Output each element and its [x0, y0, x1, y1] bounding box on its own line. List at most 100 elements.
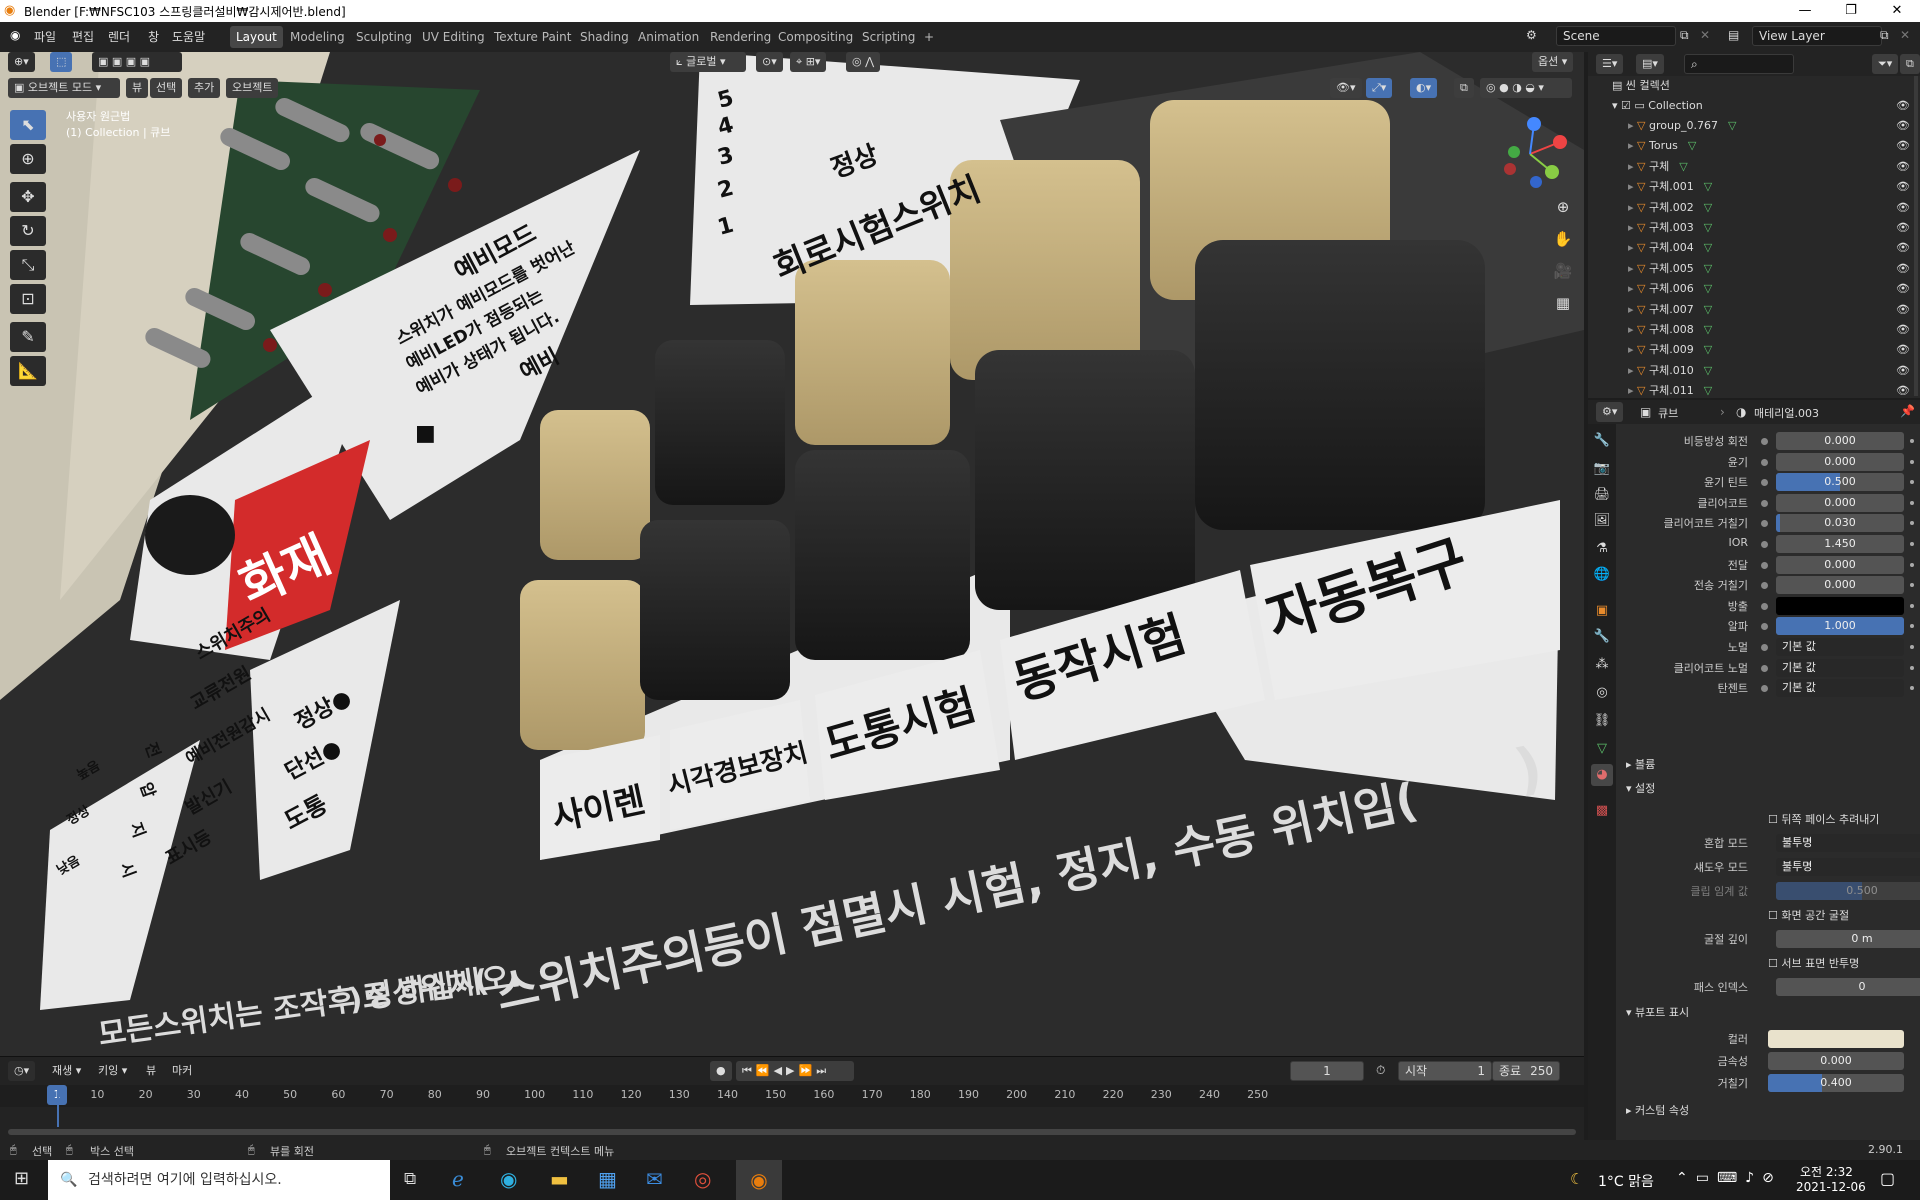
view-layer-tab-icon[interactable]: 🖼 [1591, 510, 1613, 532]
menu-edit[interactable]: 편집 [72, 28, 94, 45]
outliner-item[interactable]: ▸ ▽ 구체.003 ▽ 👁 [1588, 218, 1920, 238]
explorer-icon[interactable]: ▬ [550, 1167, 569, 1191]
object-name[interactable]: 큐브 [1658, 405, 1678, 421]
timeline-scrollbar[interactable] [8, 1129, 1576, 1135]
property-field[interactable]: 0.500 [1776, 473, 1904, 492]
outliner-item[interactable]: ▸ ▽ 구체 ▽ 👁 [1588, 157, 1920, 177]
world-tab-icon[interactable]: 🌐 [1591, 564, 1613, 586]
new-collection-icon[interactable]: ⧉ [1900, 54, 1920, 74]
task-view-icon[interactable]: ⧉ [404, 1169, 416, 1189]
keyframe-icon[interactable] [1910, 624, 1914, 629]
property-field[interactable]: 0.000 [1776, 576, 1904, 595]
checkbox-icon[interactable]: ☑ [1621, 99, 1634, 112]
menu-help[interactable]: 도움말 [172, 28, 205, 45]
socket-icon[interactable] [1761, 458, 1768, 466]
keyframe-icon[interactable] [1910, 603, 1914, 608]
tab-uv-editing[interactable]: UV Editing [416, 26, 491, 48]
eye-icon[interactable]: 👁 [1896, 259, 1910, 279]
3d-viewport[interactable]: 5 4 3 2 1 정상 회로시험스위치 예비모드 스위치가 예비모드를 벗어난… [0, 52, 1584, 1056]
material-name[interactable]: 매테리얼.003 [1754, 405, 1819, 421]
pass-index-field[interactable]: 0 [1776, 978, 1920, 996]
keyframe-icon[interactable] [1910, 459, 1914, 464]
annotate-tool-icon[interactable]: ✎ [10, 322, 46, 352]
outliner-item[interactable]: ▸ ▽ group_0.767 ▽ 👁 [1588, 116, 1920, 136]
visibility-icon[interactable]: 👁▾ [1330, 78, 1362, 98]
property-field[interactable]: 0.000 [1776, 452, 1904, 471]
display-mode-icon[interactable]: ▤▾ [1636, 54, 1664, 74]
menu-playback[interactable]: 재생 ▾ [46, 1061, 87, 1081]
tool-tab-icon[interactable]: 🔧 [1591, 430, 1613, 452]
expand-icon[interactable]: ▸ [1628, 262, 1637, 275]
display-color-swatch[interactable] [1768, 1030, 1904, 1048]
tab-rendering[interactable]: Rendering [704, 26, 777, 48]
expand-icon[interactable]: ▸ [1628, 364, 1637, 377]
socket-icon[interactable] [1761, 623, 1768, 631]
scene-collection-row[interactable]: ▤ 씬 컬렉션 [1588, 76, 1920, 96]
blender-menu-icon[interactable]: ◉ [10, 28, 20, 42]
constraints-tab-icon[interactable]: ⛓ [1591, 710, 1613, 732]
expand-icon[interactable]: ▾ [1612, 99, 1621, 112]
add-workspace-icon[interactable]: + [918, 26, 940, 48]
socket-icon[interactable] [1761, 561, 1768, 569]
outliner-item[interactable]: ▸ ▽ 구체.010 ▽ 👁 [1588, 361, 1920, 381]
eye-icon[interactable]: 👁 [1896, 320, 1910, 340]
windows-start-icon[interactable]: ⊞ [14, 1168, 29, 1189]
outliner[interactable]: ☰▾ ▤▾ ⌕ ⏷▾ ⧉ ▤ 씬 컬렉션 ▾ ☑ ▭ Collection 👁 ▸… [1588, 52, 1920, 398]
ie-icon[interactable]: ℯ [452, 1167, 464, 1191]
tab-texture-paint[interactable]: Texture Paint [488, 26, 577, 48]
scene-field[interactable]: Scene [1556, 26, 1676, 46]
new-scene-icon[interactable]: ⧉ [1680, 28, 1689, 43]
screen-refraction-checkbox[interactable]: ☐ 화면 공간 굴절 [1768, 907, 1849, 923]
eye-icon[interactable]: 👁 [1896, 340, 1910, 360]
expand-icon[interactable]: ▸ [1628, 201, 1637, 214]
socket-icon[interactable] [1761, 499, 1768, 507]
eye-icon[interactable]: 👁 [1896, 198, 1910, 218]
socket-icon[interactable] [1761, 644, 1768, 651]
expand-icon[interactable]: ▸ [1628, 384, 1637, 397]
measure-tool-icon[interactable]: 📐 [10, 356, 46, 386]
outliner-item[interactable]: ▸ ▽ 구체.006 ▽ 👁 [1588, 279, 1920, 299]
overlay-icon[interactable]: ◐▾ [1410, 78, 1438, 98]
custom-properties-section[interactable]: ▸ 커스텀 속성 [1616, 1100, 1920, 1122]
outliner-item[interactable]: ▸ ▽ Torus ▽ 👁 [1588, 136, 1920, 156]
scene-icon[interactable]: ⚙ [1526, 28, 1537, 42]
menu-add[interactable]: 추가 [188, 78, 221, 98]
expand-icon[interactable]: ▸ [1628, 139, 1637, 152]
menu-view[interactable]: 뷰 [126, 78, 149, 98]
refraction-depth-field[interactable]: 0 m [1776, 930, 1920, 948]
playback-controls-icon[interactable]: ⏮⏪◀▶⏩⏭ [736, 1061, 854, 1081]
backface-checkbox[interactable]: ☐ 뒤쪽 페이스 추려내기 [1768, 811, 1879, 827]
outliner-scrollbar[interactable] [1914, 76, 1918, 396]
keyframe-icon[interactable] [1910, 583, 1914, 588]
modifier-tab-icon[interactable]: 🔧 [1591, 626, 1613, 648]
navigation-gizmo[interactable] [1490, 114, 1570, 194]
properties-editor-icon[interactable]: ⚙▾ [1596, 402, 1624, 422]
grid-icon[interactable]: ▦ [1548, 288, 1578, 318]
tweak-tool-icon[interactable]: ⬉ [10, 110, 46, 140]
clock-date[interactable]: 2021-12-06 [1796, 1180, 1866, 1194]
outliner-item[interactable]: ▸ ▽ 구체.001 ▽ 👁 [1588, 177, 1920, 197]
eye-icon[interactable]: 👁 [1896, 279, 1910, 299]
weather-text[interactable]: 1°C 맑음 [1598, 1171, 1654, 1191]
property-field[interactable] [1776, 596, 1904, 615]
socket-icon[interactable] [1761, 582, 1768, 590]
eye-icon[interactable]: 👁 [1896, 116, 1910, 136]
backface-culling-row[interactable]: ☐ 뒤쪽 페이스 추려내기 [1616, 808, 1920, 830]
outliner-item[interactable]: ▸ ▽ 구체.004 ▽ 👁 [1588, 238, 1920, 258]
eye-icon[interactable]: 👁 [1896, 218, 1910, 238]
keyframe-icon[interactable] [1910, 521, 1914, 526]
menu-window[interactable]: 창 [148, 28, 159, 45]
timeline[interactable]: ◷▾ 재생 ▾ 키잉 ▾ 뷰 마커 ● ⏮⏪◀▶⏩⏭ 1 ⏱ 시작 1 종료 250… [0, 1056, 1584, 1140]
store-icon[interactable]: ▦ [598, 1167, 617, 1191]
keyframe-icon[interactable] [1910, 665, 1914, 670]
eye-icon[interactable]: 👁 [1896, 238, 1910, 258]
camera-icon[interactable]: 🎥 [1548, 256, 1578, 286]
zoom-icon[interactable]: ⊕ [1548, 192, 1578, 222]
shadow-mode-dropdown[interactable]: 불투명▾ [1776, 858, 1920, 876]
outliner-item[interactable]: ▸ ▽ 구체.005 ▽ 👁 [1588, 259, 1920, 279]
menu-select[interactable]: 선택 [150, 78, 183, 98]
tab-scripting[interactable]: Scripting [856, 26, 921, 48]
pan-hand-icon[interactable]: ✋ [1548, 224, 1578, 254]
keyframe-icon[interactable] [1910, 562, 1914, 567]
orientation-dropdown[interactable]: ⟀ 글로벌 ▾ [670, 52, 746, 72]
